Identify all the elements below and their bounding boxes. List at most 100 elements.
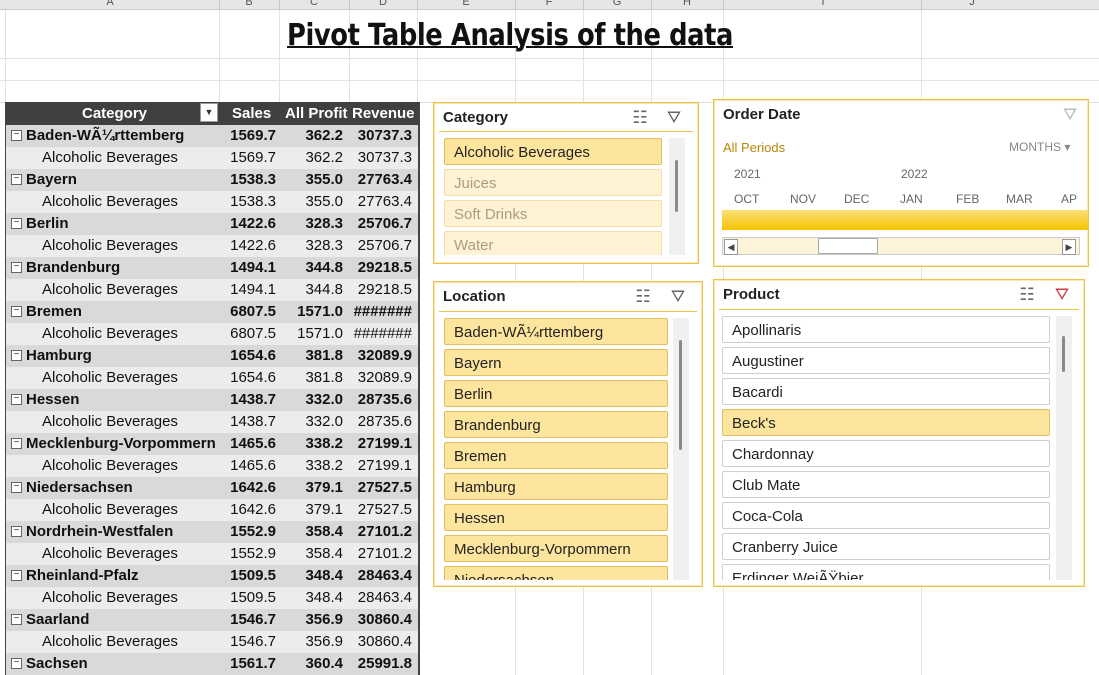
column-header-a[interactable]: A <box>40 0 180 9</box>
pivot-detail-row[interactable]: Alcoholic Beverages 1538.3 355.0 27763.4 <box>6 191 418 213</box>
slicer-item[interactable]: Chardonnay <box>722 440 1050 467</box>
slicer-item[interactable]: Soft Drinks <box>444 200 662 227</box>
pivot-detail-row[interactable]: Alcoholic Beverages 1552.9 358.4 27101.2 <box>6 543 418 565</box>
slicer-item[interactable]: Water <box>444 231 662 255</box>
month-label[interactable]: JAN <box>900 192 923 206</box>
slicer-item[interactable]: Mecklenburg-Vorpommern <box>444 535 668 562</box>
collapse-icon[interactable]: − <box>11 526 22 537</box>
pivot-group-row[interactable]: − Berlin 1422.6 328.3 25706.7 <box>6 213 418 235</box>
slicer-item[interactable]: Brandenburg <box>444 411 668 438</box>
slicer-scrollbar[interactable] <box>1056 316 1072 580</box>
slicer-item[interactable]: Niedersachsen <box>444 566 668 580</box>
column-header-g[interactable]: G <box>584 0 650 9</box>
month-label[interactable]: NOV <box>790 192 816 206</box>
order-date-timeline[interactable]: Order Date ⛛ All Periods MONTHS ▾ 2021 2… <box>713 99 1089 267</box>
slicer-item[interactable]: Juices <box>444 169 662 196</box>
pivot-detail-row[interactable]: Alcoholic Beverages 1642.6 379.1 27527.5 <box>6 499 418 521</box>
month-label[interactable]: OCT <box>734 192 759 206</box>
pivot-table[interactable]: Category ▼ Sales All Profit Revenue − Bad… <box>5 102 420 675</box>
slicer-item[interactable]: Baden-WÃ¼rttemberg <box>444 318 668 345</box>
category-filter-dropdown[interactable]: ▼ <box>200 103 218 122</box>
slicer-scrollbar[interactable] <box>673 318 689 580</box>
pivot-group-row[interactable]: − Bayern 1538.3 355.0 27763.4 <box>6 169 418 191</box>
pivot-detail-row[interactable]: Alcoholic Beverages 1509.5 348.4 28463.4 <box>6 587 418 609</box>
column-header-c[interactable]: C <box>280 0 348 9</box>
slicer-item[interactable]: Augustiner <box>722 347 1050 374</box>
pivot-detail-row[interactable]: Alcoholic Beverages 1569.7 362.2 30737.3 <box>6 147 418 169</box>
product-slicer[interactable]: Product ☷ ⛛ Apollinaris Augustiner Bacardi… <box>713 279 1085 587</box>
collapse-icon[interactable]: − <box>11 614 22 625</box>
multi-select-icon[interactable]: ☷ <box>1016 285 1038 305</box>
slicer-item[interactable]: Berlin <box>444 380 668 407</box>
collapse-icon[interactable]: − <box>11 218 22 229</box>
clear-filter-icon[interactable]: ⛛ <box>667 287 689 307</box>
slicer-item[interactable]: Bacardi <box>722 378 1050 405</box>
collapse-icon[interactable]: − <box>11 350 22 361</box>
pivot-group-row[interactable]: − Brandenburg 1494.1 344.8 29218.5 <box>6 257 418 279</box>
column-header-i[interactable]: I <box>724 0 922 9</box>
slicer-scrollbar[interactable] <box>669 138 685 255</box>
slicer-item[interactable]: Alcoholic Beverages <box>444 138 662 165</box>
multi-select-icon[interactable]: ☷ <box>632 287 654 307</box>
collapse-icon[interactable]: − <box>11 394 22 405</box>
scroll-right-icon[interactable]: ▶ <box>1062 239 1076 255</box>
pivot-group-row[interactable]: − Mecklenburg-Vorpommern 1465.6 338.2 27199.… <box>6 433 418 455</box>
slicer-item[interactable]: Cranberry Juice <box>722 533 1050 560</box>
location-slicer[interactable]: Location ☷ ⛛ Baden-WÃ¼rttemberg Bayern Ber… <box>433 281 703 587</box>
pivot-detail-row[interactable]: Alcoholic Beverages 1546.7 356.9 30860.4 <box>6 631 418 653</box>
pivot-group-row[interactable]: − Rheinland-Pfalz 1509.5 348.4 28463.4 <box>6 565 418 587</box>
month-label[interactable]: MAR <box>1006 192 1033 206</box>
pivot-detail-row[interactable]: Alcoholic Beverages 1465.6 338.2 27199.1 <box>6 455 418 477</box>
multi-select-icon[interactable]: ☷ <box>629 108 651 128</box>
column-header-f[interactable]: F <box>516 0 582 9</box>
scroll-left-icon[interactable]: ◀ <box>724 239 738 255</box>
clear-filter-icon[interactable]: ⛛ <box>1051 285 1073 305</box>
column-header-b[interactable]: B <box>220 0 278 9</box>
timeline-scrollbar[interactable]: ◀ ▶ <box>722 237 1080 255</box>
column-header-j[interactable]: J <box>922 0 1022 9</box>
month-label[interactable]: DEC <box>844 192 869 206</box>
slicer-item[interactable]: Apollinaris <box>722 316 1050 343</box>
month-label[interactable]: FEB <box>956 192 979 206</box>
clear-filter-icon[interactable]: ⛛ <box>663 108 685 128</box>
pivot-group-row[interactable]: − Niedersachsen 1642.6 379.1 27527.5 <box>6 477 418 499</box>
pivot-detail-row[interactable]: Alcoholic Beverages 6807.5 1571.0 ####### <box>6 323 418 345</box>
slicer-item[interactable]: Bremen <box>444 442 668 469</box>
pivot-group-row[interactable]: − Baden-WÃ¼rttemberg 1569.7 362.2 30737.3 <box>6 125 418 147</box>
collapse-icon[interactable]: − <box>11 482 22 493</box>
pivot-detail-row[interactable]: Alcoholic Beverages 1422.6 328.3 25706.7 <box>6 235 418 257</box>
pivot-group-row[interactable]: − Bremen 6807.5 1571.0 ####### <box>6 301 418 323</box>
pivot-group-row[interactable]: − Nordrhein-Westfalen 1552.9 358.4 27101.2 <box>6 521 418 543</box>
collapse-icon[interactable]: − <box>11 262 22 273</box>
slicer-item[interactable]: Coca-Cola <box>722 502 1050 529</box>
timeline-scroll-thumb[interactable] <box>818 238 878 254</box>
slicer-item[interactable]: Erdinger WeiÃŸbier <box>722 564 1050 580</box>
collapse-icon[interactable]: − <box>11 130 22 141</box>
row-label: Alcoholic Beverages <box>42 369 178 386</box>
slicer-item[interactable]: Hessen <box>444 504 668 531</box>
slicer-item[interactable]: Hamburg <box>444 473 668 500</box>
column-header-e[interactable]: E <box>418 0 514 9</box>
pivot-group-row[interactable]: − Hamburg 1654.6 381.8 32089.9 <box>6 345 418 367</box>
collapse-icon[interactable]: − <box>11 570 22 581</box>
pivot-detail-row[interactable]: Alcoholic Beverages 1654.6 381.8 32089.9 <box>6 367 418 389</box>
pivot-group-row[interactable]: − Hessen 1438.7 332.0 28735.6 <box>6 389 418 411</box>
slicer-item[interactable]: Club Mate <box>722 471 1050 498</box>
slicer-item[interactable]: Bayern <box>444 349 668 376</box>
month-label[interactable]: AP <box>1061 192 1077 206</box>
column-header-d[interactable]: D <box>350 0 416 9</box>
collapse-icon[interactable]: − <box>11 658 22 669</box>
collapse-icon[interactable]: − <box>11 306 22 317</box>
pivot-group-row[interactable]: − Saarland 1546.7 356.9 30860.4 <box>6 609 418 631</box>
time-level-select[interactable]: MONTHS ▾ <box>1009 140 1070 154</box>
column-header-h[interactable]: H <box>652 0 722 9</box>
pivot-detail-row[interactable]: Alcoholic Beverages 1438.7 332.0 28735.6 <box>6 411 418 433</box>
category-slicer[interactable]: Category ☷ ⛛ Alcoholic Beverages Juices So… <box>433 102 699 264</box>
pivot-detail-row[interactable]: Alcoholic Beverages 1494.1 344.8 29218.5 <box>6 279 418 301</box>
collapse-icon[interactable]: − <box>11 438 22 449</box>
clear-filter-icon[interactable]: ⛛ <box>1059 105 1081 125</box>
collapse-icon[interactable]: − <box>11 174 22 185</box>
slicer-item[interactable]: Beck's <box>722 409 1050 436</box>
pivot-group-row[interactable]: − Sachsen 1561.7 360.4 25991.8 <box>6 653 418 675</box>
timeline-selection-bar[interactable] <box>722 210 1088 230</box>
